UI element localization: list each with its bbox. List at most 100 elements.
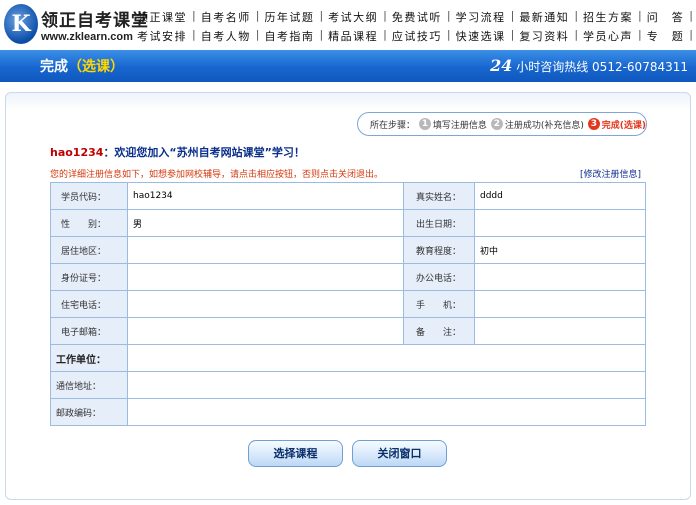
step-1-number: 1 [419, 118, 431, 130]
top-nav-row-2: 考试安排 | 自考人物 | 自考指南 | 精品课程 | 应试技巧 | 快速选课 | 复习资料… [137, 28, 696, 44]
id-card-value [127, 263, 404, 291]
student-id-value: hao1234 [127, 182, 404, 210]
nav-item[interactable]: 专 题 [647, 28, 685, 44]
gender-label: 性 别： [50, 209, 128, 237]
nav-separator: | [255, 28, 260, 41]
home-phone-value [127, 290, 404, 318]
address-value [127, 371, 646, 399]
nav-separator: | [689, 9, 693, 22]
table-row: 通信地址： [50, 371, 646, 399]
nav-separator: | [192, 28, 196, 41]
workplace-value [127, 344, 646, 372]
instruction-note: 您的详细注册信息如下，如想参加网校辅导，请点击相应按钮，否则点击关闭退出。 [50, 170, 384, 180]
step-2-text: 注册成功(补充信息) [504, 120, 584, 131]
step-3-text: 完成(选课) [601, 120, 647, 131]
nav-item[interactable]: 复习资料 [519, 28, 569, 44]
nav-separator: | [383, 9, 387, 22]
home-phone-label: 住宅电话： [50, 290, 128, 318]
region-label: 居住地区： [50, 236, 128, 264]
nav-item[interactable]: 自考名师 [201, 9, 251, 25]
site-name: 领正自考课堂 [41, 11, 149, 31]
logo-emblem-icon: K [4, 4, 38, 44]
email-label: 电子邮箱： [50, 317, 128, 345]
nav-separator: | [446, 9, 451, 22]
close-window-button[interactable]: 关闭窗口 [352, 440, 447, 467]
birth-date-value [474, 209, 646, 237]
nav-separator: | [383, 28, 387, 41]
step-2-number: 2 [490, 118, 503, 130]
hotline-text: 小时咨询热线 0512-60784311 [516, 60, 688, 74]
nav-item[interactable]: 快速选课 [456, 28, 506, 44]
nav-separator: | [446, 28, 451, 41]
birth-date-label: 出生日期： [403, 209, 475, 237]
nav-item[interactable]: 应试技巧 [392, 28, 442, 44]
step-1-text: 填写注册信息 [432, 120, 487, 131]
workplace-label: 工作单位： [50, 344, 128, 372]
nav-item[interactable]: 自考指南 [264, 28, 314, 44]
remark-value [474, 317, 646, 345]
nav-item[interactable]: 学员心声 [583, 28, 633, 44]
postcode-value [127, 398, 646, 426]
education-value: 初中 [474, 236, 646, 264]
real-name-label: 真实姓名： [403, 182, 475, 210]
hotline-hours: 24 [490, 56, 513, 75]
nav-item[interactable]: 学习流程 [456, 9, 506, 25]
table-row: 性 别： 男 出生日期： [50, 209, 646, 237]
table-row: 身份证号： 办公电话： [50, 263, 646, 291]
nav-item[interactable]: 精品课程 [328, 28, 378, 44]
welcome-text: ：欢迎您加入“苏州自考网站课堂”学习！ [103, 146, 305, 159]
office-phone-value [474, 263, 646, 291]
select-course-button[interactable]: 选择课程 [248, 440, 343, 467]
welcome-username: hao1234 [50, 146, 104, 159]
nav-item[interactable]: 自考人物 [201, 28, 251, 44]
mobile-label: 手 机： [403, 290, 475, 318]
nav-separator: | [319, 28, 324, 41]
nav-item[interactable]: 最新通知 [519, 9, 569, 25]
table-row: 住宅电话： 手 机： [50, 290, 646, 318]
table-row: 邮政编码： [50, 398, 646, 426]
region-value [127, 236, 404, 264]
nav-item[interactable]: 招生方案 [583, 9, 633, 25]
table-row: 工作单位： [50, 344, 646, 372]
nav-separator: | [192, 9, 196, 22]
student-id-label: 学员代码： [50, 182, 128, 210]
nav-separator: | [319, 9, 324, 22]
step-3-number: 3 [587, 118, 600, 130]
postcode-label: 邮政编码： [50, 398, 128, 426]
site-header: K 领正自考课堂 www.zklearn.com 领正课堂 | 自考名师 | 历年试… [0, 0, 696, 50]
email-value [127, 317, 404, 345]
education-label: 教育程度： [403, 236, 475, 264]
page-title-bar: 完成（选课） 24 小时咨询热线 0512-60784311 [0, 50, 696, 82]
site-url: www.zklearn.com [41, 31, 133, 43]
nav-item[interactable]: 考试安排 [137, 28, 187, 44]
nav-separator: | [689, 28, 693, 41]
step-label: 所在步骤： [370, 120, 416, 131]
nav-item[interactable]: 领正课堂 [137, 9, 187, 25]
nav-item[interactable]: 考试大纲 [328, 9, 378, 25]
page-title: 完成（选课） [40, 56, 124, 76]
nav-separator: | [574, 9, 579, 22]
nav-item[interactable]: 问 答 [647, 9, 685, 25]
page-title-highlight: （选课） [68, 59, 124, 75]
table-row: 学员代码： hao1234 真实姓名： dddd [50, 182, 646, 210]
nav-item[interactable]: 免费试听 [392, 9, 442, 25]
nav-separator: | [255, 9, 260, 22]
hotline: 24 小时咨询热线 0512-60784311 [490, 56, 688, 75]
step-indicator: 所在步骤： 1 填写注册信息 2 注册成功(补充信息) 3 完成(选课) [357, 112, 647, 136]
nav-item[interactable]: 历年试题 [264, 9, 314, 25]
table-row: 居住地区： 教育程度： 初中 [50, 236, 646, 264]
nav-separator: | [638, 28, 642, 41]
remark-label: 备 注： [403, 317, 475, 345]
mobile-value [474, 290, 646, 318]
nav-separator: | [510, 9, 515, 22]
nav-separator: | [574, 28, 579, 41]
nav-separator: | [510, 28, 515, 41]
nav-separator: | [638, 9, 642, 22]
edit-registration-link[interactable]: [修改注册信息] [580, 167, 641, 180]
page-title-text: 完成 [40, 59, 68, 75]
gender-value: 男 [127, 209, 404, 237]
welcome-message: hao1234：欢迎您加入“苏州自考网站课堂”学习！ [50, 144, 305, 160]
address-label: 通信地址： [50, 371, 128, 399]
site-logo[interactable]: K 领正自考课堂 www.zklearn.com [4, 4, 148, 46]
office-phone-label: 办公电话： [403, 263, 475, 291]
